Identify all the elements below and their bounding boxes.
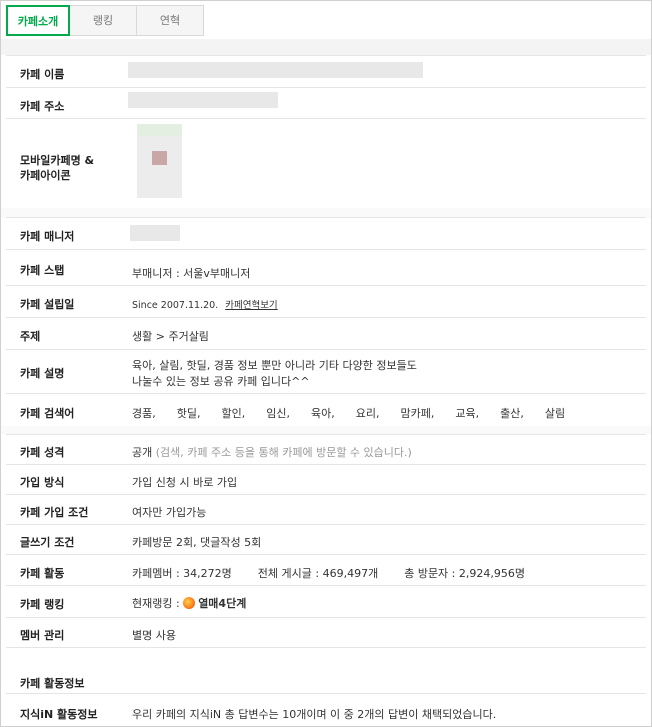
keyword-item[interactable]: 경품, (132, 405, 156, 421)
row-join-condition: 카페 가입 조건 여자만 가입가능 (6, 494, 646, 524)
row-label: 글쓰기 조건 (20, 536, 75, 549)
activity-stats: 카페멤버 : 34,272명 전체 게시글 : 469,497개 총 방문자 : 2… (132, 565, 525, 581)
row-cafe-manager: 카페 매니저 (6, 217, 646, 249)
row-label: 카페 매니저 (20, 230, 75, 243)
history-link[interactable]: 카페연혁보기 (225, 300, 277, 311)
member-count: 카페멤버 : 34,272명 (132, 567, 232, 580)
keyword-item[interactable]: 임신, (266, 405, 290, 421)
row-mobile-cafe: 모바일카페명 & 카페아이콘 (6, 118, 646, 208)
tab-bar: 카페소개 랭킹 연혁 (6, 5, 204, 36)
cafe-icon-image (137, 136, 182, 198)
blurred-cafe-address (128, 92, 278, 108)
topic-value: 생활 > 주거살림 (132, 330, 209, 343)
row-label: 카페 가입 조건 (20, 506, 89, 519)
row-label: 카페 주소 (20, 100, 65, 113)
description-line-2: 나눌수 있는 정보 공유 카페 입니다^^ (132, 375, 310, 388)
post-count: 전체 게시글 : 469,497개 (257, 567, 379, 580)
row-cafe-name: 카페 이름 (6, 55, 646, 87)
row-label: 모바일카페명 & (20, 154, 95, 167)
row-label: 카페 이름 (20, 68, 65, 81)
row-visibility: 카페 성격 공개 (검색, 카페 주소 등을 통해 카페에 방문할 수 있습니다… (6, 434, 646, 464)
row-cafe-staff: 카페 스탭 부매니저 : 서울v부매니저 (6, 249, 646, 285)
section-divider (1, 426, 651, 434)
keyword-item[interactable]: 핫딜, (177, 405, 201, 421)
join-condition-value: 여자만 가입가능 (132, 506, 207, 519)
row-topic: 주제 생활 > 주거살림 (6, 317, 646, 349)
cafe-icon-accent (152, 151, 167, 165)
row-label: 카페 성격 (20, 446, 65, 459)
blurred-mobile-name (137, 124, 182, 136)
jisik-value: 우리 카페의 지식iN 총 답변수는 10개이며 이 중 2개의 답변이 채택되… (132, 708, 497, 721)
visibility-type: 공개 (132, 446, 153, 459)
row-member-management: 멤버 관리 별명 사용 (6, 617, 646, 647)
row-description: 카페 설명 육아, 살림, 핫딜, 경품 정보 뿐만 아니라 기타 다양한 정보… (6, 349, 646, 393)
ranking-value: 현재랭킹 : 열매4단계 (132, 595, 246, 611)
visitor-count: 총 방문자 : 2,924,956명 (404, 567, 525, 580)
row-write-condition: 글쓰기 조건 카페방문 2회, 댓글작성 5회 (6, 524, 646, 554)
founded-value: Since 2007.11.20. 카페연혁보기 (132, 297, 278, 311)
keyword-item[interactable]: 육아, (311, 405, 335, 421)
visibility-note: (검색, 카페 주소 등을 통해 카페에 방문할 수 있습니다.) (155, 446, 412, 459)
ranking-level[interactable]: 열매4단계 (198, 597, 246, 610)
staff-value: 부매니저 : 서울v부매니저 (132, 267, 251, 280)
visibility-value: 공개 (검색, 카페 주소 등을 통해 카페에 방문할 수 있습니다.) (132, 444, 412, 460)
tab-cafe-intro[interactable]: 카페소개 (6, 5, 70, 36)
blurred-cafe-name (128, 62, 423, 78)
description-line-1: 육아, 살림, 핫딜, 경품 정보 뿐만 아니라 기타 다양한 정보들도 (132, 359, 417, 372)
fruit-icon (183, 597, 196, 609)
keyword-item[interactable]: 맘카페, (401, 405, 435, 421)
section-divider (1, 39, 651, 55)
row-label: 주제 (20, 330, 41, 343)
section-gap (6, 647, 646, 667)
row-founded: 카페 설립일 Since 2007.11.20. 카페연혁보기 (6, 285, 646, 317)
row-join-method: 가입 방식 가입 신청 시 바로 가입 (6, 464, 646, 494)
row-label: 지식iN 활동정보 (20, 708, 98, 721)
ranking-prefix: 현재랭킹 : (132, 597, 180, 610)
keyword-item[interactable]: 교육, (455, 405, 479, 421)
keyword-item[interactable]: 요리, (356, 405, 380, 421)
keyword-item[interactable]: 할인, (222, 405, 246, 421)
row-jisik-activity: 지식iN 활동정보 우리 카페의 지식iN 총 답변수는 10개이며 이 중 2… (6, 693, 646, 726)
write-condition-value: 카페방문 2회, 댓글작성 5회 (132, 536, 262, 549)
member-management-value: 별명 사용 (132, 629, 176, 642)
section-title: 카페 활동정보 (20, 677, 85, 690)
cafe-info-panel: 카페소개 랭킹 연혁 카페 이름 카페 주소 모바일카페명 & 카페아이콘 카페… (0, 0, 652, 727)
keyword-item[interactable]: 출산, (500, 405, 524, 421)
keyword-list: 경품, 핫딜, 할인, 임신, 육아, 요리, 맘카페, 교육, 출산, 살림 (132, 405, 586, 421)
join-method-value: 가입 신청 시 바로 가입 (132, 476, 238, 489)
keyword-item[interactable]: 살림 (545, 405, 565, 421)
row-ranking: 카페 랭킹 현재랭킹 : 열매4단계 (6, 585, 646, 617)
row-label: 카페아이콘 (20, 169, 71, 182)
row-keywords: 카페 검색어 경품, 핫딜, 할인, 임신, 육아, 요리, 맘카페, 교육, 출산, 살림 (6, 393, 646, 426)
tab-history[interactable]: 연혁 (136, 5, 204, 36)
founded-date: Since 2007.11.20. (132, 300, 219, 311)
row-label: 카페 스탭 (20, 264, 65, 277)
row-activity: 카페 활동 카페멤버 : 34,272명 전체 게시글 : 469,497개 총 방… (6, 554, 646, 585)
row-label: 카페 설립일 (20, 298, 75, 311)
row-label: 카페 설명 (20, 367, 65, 380)
row-label: 카페 검색어 (20, 407, 75, 420)
row-label: 멤버 관리 (20, 629, 65, 642)
activity-section-header: 카페 활동정보 (6, 667, 646, 693)
row-label: 카페 활동 (20, 567, 65, 580)
row-cafe-address: 카페 주소 (6, 87, 646, 118)
blurred-manager-name (130, 225, 180, 241)
row-label: 가입 방식 (20, 476, 65, 489)
row-label: 카페 랭킹 (20, 598, 65, 611)
tab-ranking[interactable]: 랭킹 (69, 5, 137, 36)
